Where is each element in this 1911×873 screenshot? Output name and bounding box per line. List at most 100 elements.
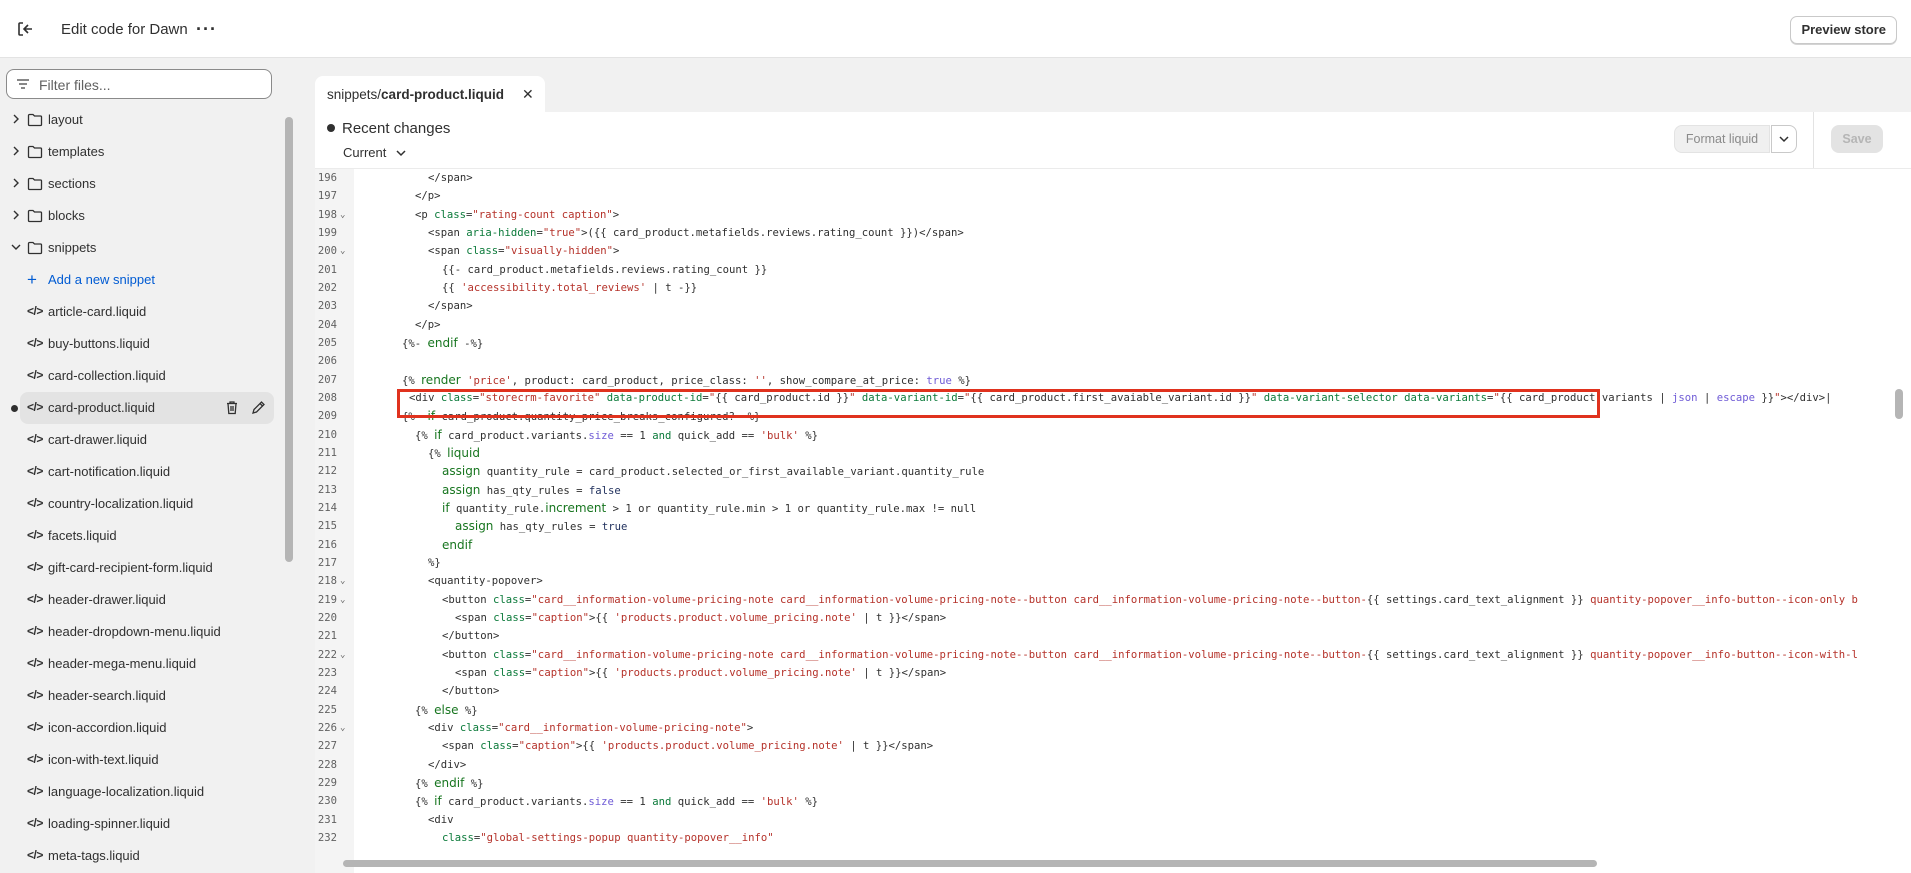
- code-line-202[interactable]: 202 {{ 'accessibility.total_reviews' | t …: [315, 279, 1905, 298]
- code-text: <div class="card__information-volume-pri…: [428, 722, 754, 734]
- folder-snippets[interactable]: snippets: [0, 232, 280, 264]
- file-item[interactable]: </> card-collection.liquid: [0, 360, 280, 392]
- code-line-207[interactable]: 207 {% render 'price', product: card_prod…: [315, 371, 1905, 390]
- code-line-224[interactable]: 224 </button>: [315, 682, 1905, 701]
- code-line-213[interactable]: 213 assign has_qty_rules = false: [315, 481, 1905, 500]
- trash-icon[interactable]: [225, 400, 239, 415]
- close-icon[interactable]: ✕: [522, 86, 534, 103]
- code-line-197[interactable]: 197 </p>: [315, 187, 1905, 206]
- code-line-230[interactable]: 230 {% if card_product.variants.size == 1…: [315, 792, 1905, 811]
- fold-chevron-icon[interactable]: ⌄: [340, 242, 345, 261]
- more-options-icon[interactable]: ···: [196, 20, 217, 38]
- folder-templates[interactable]: templates: [0, 136, 280, 168]
- code-line-200[interactable]: 200 ⌄ <span class="visually-hidden">: [315, 242, 1905, 261]
- chevron-down-icon: [396, 150, 406, 157]
- file-label: icon-with-text.liquid: [48, 752, 159, 767]
- file-item[interactable]: </> header-mega-menu.liquid: [0, 648, 280, 680]
- fold-chevron-icon[interactable]: ⌄: [340, 646, 345, 665]
- code-file-icon: </>: [27, 816, 43, 830]
- line-number: 230: [317, 795, 337, 807]
- code-line-196[interactable]: 196 </span>: [315, 169, 1905, 188]
- code-line-228[interactable]: 228 </div>: [315, 756, 1905, 775]
- filter-files-field[interactable]: [6, 69, 272, 99]
- file-item[interactable]: </> country-localization.liquid: [0, 488, 280, 520]
- code-line-203[interactable]: 203 </span>: [315, 297, 1905, 316]
- code-line-223[interactable]: 223 <span class="caption">{{ 'products.pr…: [315, 664, 1905, 683]
- file-item[interactable]: </> icon-with-text.liquid: [0, 744, 280, 776]
- code-line-214[interactable]: 214 if quantity_rule.increment > 1 or qua…: [315, 499, 1905, 518]
- code-line-199[interactable]: 199 <span aria-hidden="true">({{ card_pro…: [315, 224, 1905, 243]
- folder-layout[interactable]: layout: [0, 104, 280, 136]
- file-item[interactable]: </> buy-buttons.liquid: [0, 328, 280, 360]
- folder-sections[interactable]: sections: [0, 168, 280, 200]
- code-line-216[interactable]: 216 endif: [315, 536, 1905, 555]
- chevron-down-icon: [1779, 136, 1789, 143]
- file-item[interactable]: </> facets.liquid: [0, 520, 280, 552]
- file-item[interactable]: </> cart-drawer.liquid: [0, 424, 280, 456]
- code-line-218[interactable]: 218 ⌄ <quantity-popover>: [315, 572, 1905, 591]
- folder-label: templates: [48, 144, 105, 159]
- version-select[interactable]: Current: [343, 145, 406, 160]
- sidebar-scrollbar[interactable]: [285, 117, 293, 562]
- code-area[interactable]: 196 </span> 197 </p> 198 ⌄ <p class="rating-…: [315, 168, 1911, 873]
- file-item[interactable]: </> language-localization.liquid: [0, 776, 280, 808]
- line-number: 232: [317, 832, 337, 844]
- line-number: 220: [317, 612, 337, 624]
- code-line-226[interactable]: 226 ⌄ <div class="card__information-volume…: [315, 719, 1905, 738]
- code-line-211[interactable]: 211 {% liquid: [315, 444, 1905, 463]
- file-item[interactable]: </> cart-notification.liquid: [0, 456, 280, 488]
- format-options-button[interactable]: [1771, 125, 1797, 153]
- file-item[interactable]: </> icon-accordion.liquid: [0, 712, 280, 744]
- code-line-205[interactable]: 205 {%- endif -%}: [315, 334, 1905, 353]
- file-item[interactable]: </> header-drawer.liquid: [0, 584, 280, 616]
- code-line-231[interactable]: 231 <div: [315, 811, 1905, 830]
- file-item[interactable]: </> header-search.liquid: [0, 680, 280, 712]
- filter-files-input[interactable]: [37, 74, 261, 96]
- code-line-212[interactable]: 212 assign quantity_rule = card_product.s…: [315, 462, 1905, 481]
- file-item[interactable]: </> header-dropdown-menu.liquid: [0, 616, 280, 648]
- tab-card-product[interactable]: snippets/card-product.liquid ✕: [315, 76, 545, 112]
- line-number: 218: [317, 575, 337, 587]
- file-item[interactable]: </> card-product.liquid: [11, 392, 274, 424]
- code-text: </span>: [428, 172, 473, 184]
- code-line-198[interactable]: 198 ⌄ <p class="rating-count caption">: [315, 206, 1905, 225]
- fold-chevron-icon[interactable]: ⌄: [340, 591, 345, 610]
- code-line-201[interactable]: 201 {{- card_product.metafields.reviews.r…: [315, 261, 1905, 280]
- format-liquid-button[interactable]: Format liquid: [1674, 125, 1770, 153]
- code-line-217[interactable]: 217%}: [315, 554, 1905, 573]
- pencil-icon[interactable]: [251, 400, 266, 415]
- add-snippet-link[interactable]: + Add a new snippet: [0, 264, 280, 296]
- code-line-229[interactable]: 229 {% endif %}: [315, 774, 1905, 793]
- code-line-206[interactable]: 206: [315, 352, 1905, 371]
- fold-chevron-icon[interactable]: ⌄: [340, 719, 345, 738]
- preview-store-button[interactable]: Preview store: [1790, 16, 1897, 44]
- folder-blocks[interactable]: blocks: [0, 200, 280, 232]
- code-line-221[interactable]: 221 </button>: [315, 627, 1905, 646]
- code-text: <button class="card__information-volume-…: [442, 649, 1858, 661]
- code-lines[interactable]: 196 </span> 197 </p> 198 ⌄ <p class="rating-…: [315, 169, 1911, 873]
- code-line-220[interactable]: 220 <span class="caption">{{ 'products.pr…: [315, 609, 1905, 628]
- code-line-227[interactable]: 227 <span class="caption">{{ 'products.pr…: [315, 737, 1905, 756]
- line-number: 223: [317, 667, 337, 679]
- file-label: language-localization.liquid: [48, 784, 205, 799]
- code-horizontal-scrollbar[interactable]: [343, 860, 1597, 867]
- code-line-232[interactable]: 232 class="global-settings-popup quantity…: [315, 829, 1905, 848]
- code-line-222[interactable]: 222 ⌄ <button class="card__information-vol…: [315, 646, 1905, 665]
- code-vertical-scrollbar[interactable]: [1895, 389, 1903, 419]
- file-label: country-localization.liquid: [48, 496, 194, 511]
- fold-chevron-icon[interactable]: ⌄: [340, 572, 345, 591]
- file-item[interactable]: </> loading-spinner.liquid: [0, 808, 280, 840]
- file-item[interactable]: </> article-card.liquid: [0, 296, 280, 328]
- exit-icon[interactable]: [14, 18, 36, 40]
- code-line-215[interactable]: 215 assign has_qty_rules = true: [315, 517, 1905, 536]
- code-line-225[interactable]: 225 {% else %}: [315, 701, 1905, 720]
- save-button[interactable]: Save: [1831, 125, 1883, 153]
- code-text: <span class="caption">{{ 'products.produ…: [442, 740, 934, 752]
- file-item[interactable]: </> meta-tags.liquid: [0, 840, 280, 872]
- code-line-204[interactable]: 204 </p>: [315, 316, 1905, 335]
- file-item[interactable]: </> gift-card-recipient-form.liquid: [0, 552, 280, 584]
- code-line-210[interactable]: 210 {% if card_product.variants.size == 1…: [315, 426, 1905, 445]
- code-line-219[interactable]: 219 ⌄ <button class="card__information-vol…: [315, 591, 1905, 610]
- fold-chevron-icon[interactable]: ⌄: [340, 206, 345, 225]
- line-number: 199: [317, 227, 337, 239]
